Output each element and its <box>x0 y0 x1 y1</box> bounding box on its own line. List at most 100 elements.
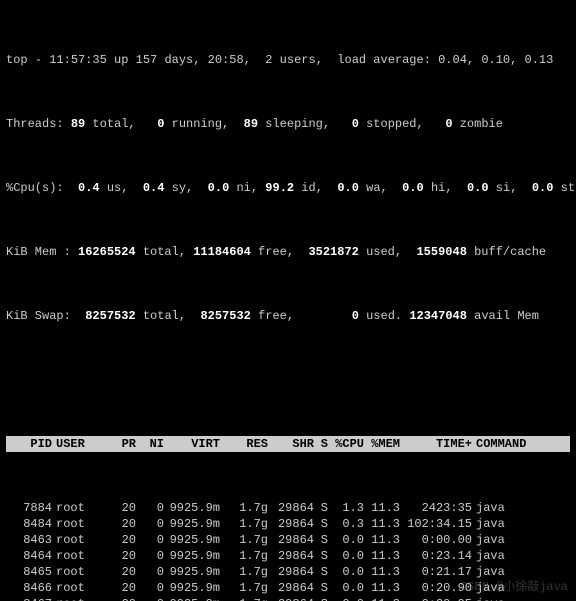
cell-cmd: java <box>472 564 536 580</box>
cell-cpu: 0.0 <box>328 564 364 580</box>
cell-pr: 20 <box>106 580 136 596</box>
cell-s: S <box>314 516 328 532</box>
cell-s: S <box>314 596 328 601</box>
cell-res: 1.7g <box>220 516 268 532</box>
cell-res: 1.7g <box>220 548 268 564</box>
cell-pr: 20 <box>106 564 136 580</box>
summary-line-1: top - 11:57:35 up 157 days, 20:58, 2 use… <box>6 52 570 68</box>
cell-mem: 11.3 <box>364 532 400 548</box>
blank-line <box>6 372 570 388</box>
cell-time: 0:21.17 <box>400 564 472 580</box>
summary-swap: KiB Swap: 8257532 total, 8257532 free, 0… <box>6 308 570 324</box>
table-row: 8466root2009925.9m1.7g29864S0.011.30:20.… <box>6 580 570 596</box>
cell-virt: 9925.9m <box>164 548 220 564</box>
cell-shr: 29864 <box>268 580 314 596</box>
cell-virt: 9925.9m <box>164 564 220 580</box>
cell-ni: 0 <box>136 564 164 580</box>
cell-res: 1.7g <box>220 532 268 548</box>
cell-cpu: 0.0 <box>328 532 364 548</box>
summary-mem: KiB Mem : 16265524 total, 11184604 free,… <box>6 244 570 260</box>
cell-mem: 11.3 <box>364 564 400 580</box>
cell-shr: 29864 <box>268 516 314 532</box>
cell-time: 2423:35 <box>400 500 472 516</box>
cell-shr: 29864 <box>268 564 314 580</box>
table-row: 7884root2009925.9m1.7g29864S1.311.32423:… <box>6 500 570 516</box>
cell-pid: 8467 <box>6 596 52 601</box>
process-list: 7884root2009925.9m1.7g29864S1.311.32423:… <box>6 500 570 601</box>
cell-shr: 29864 <box>268 548 314 564</box>
cell-user: root <box>52 596 106 601</box>
cell-pr: 20 <box>106 548 136 564</box>
cell-pr: 20 <box>106 596 136 601</box>
cell-time: 0:23.14 <box>400 548 472 564</box>
cell-pid: 7884 <box>6 500 52 516</box>
cell-user: root <box>52 516 106 532</box>
cell-ni: 0 <box>136 596 164 601</box>
cell-virt: 9925.9m <box>164 596 220 601</box>
cell-ni: 0 <box>136 532 164 548</box>
cell-virt: 9925.9m <box>164 500 220 516</box>
cell-pid: 8466 <box>6 580 52 596</box>
cell-s: S <box>314 532 328 548</box>
cell-ni: 0 <box>136 580 164 596</box>
cell-shr: 29864 <box>268 596 314 601</box>
cell-res: 1.7g <box>220 564 268 580</box>
cell-ni: 0 <box>136 500 164 516</box>
cell-res: 1.7g <box>220 500 268 516</box>
cell-pr: 20 <box>106 500 136 516</box>
cell-shr: 29864 <box>268 500 314 516</box>
cell-mem: 11.3 <box>364 500 400 516</box>
cell-cmd: java <box>472 500 536 516</box>
cell-s: S <box>314 548 328 564</box>
cell-cpu: 1.3 <box>328 500 364 516</box>
cell-pid: 8464 <box>6 548 52 564</box>
summary-cpu: %Cpu(s): 0.4 us, 0.4 sy, 0.0 ni, 99.2 id… <box>6 180 570 196</box>
cell-pid: 8484 <box>6 516 52 532</box>
cell-s: S <box>314 500 328 516</box>
cell-mem: 11.3 <box>364 516 400 532</box>
cell-mem: 11.3 <box>364 580 400 596</box>
column-header: PIDUSERPRNIVIRTRESSHRS%CPU%MEMTIME+COMMA… <box>6 436 570 452</box>
cell-cpu: 0.0 <box>328 580 364 596</box>
cell-pr: 20 <box>106 532 136 548</box>
cell-virt: 9925.9m <box>164 580 220 596</box>
cell-res: 1.7g <box>220 596 268 601</box>
table-row: 8464root2009925.9m1.7g29864S0.011.30:23.… <box>6 548 570 564</box>
cell-virt: 9925.9m <box>164 516 220 532</box>
cell-shr: 29864 <box>268 532 314 548</box>
cell-cmd: java <box>472 548 536 564</box>
table-row: 8484root2009925.9m1.7g29864S0.311.3102:3… <box>6 516 570 532</box>
cell-cpu: 0.3 <box>328 516 364 532</box>
cell-s: S <box>314 580 328 596</box>
cell-user: root <box>52 548 106 564</box>
cell-cmd: java <box>472 596 536 601</box>
cell-cmd: java <box>472 532 536 548</box>
table-row: 8467root2009925.9m1.7g29864S0.011.30:20.… <box>6 596 570 601</box>
cell-cpu: 0.0 <box>328 548 364 564</box>
terminal-output[interactable]: top - 11:57:35 up 157 days, 20:58, 2 use… <box>0 0 576 601</box>
cell-pid: 8463 <box>6 532 52 548</box>
cell-cpu: 0.0 <box>328 596 364 601</box>
cell-virt: 9925.9m <box>164 532 220 548</box>
cell-s: S <box>314 564 328 580</box>
table-row: 8465root2009925.9m1.7g29864S0.011.30:21.… <box>6 564 570 580</box>
table-row: 8463root2009925.9m1.7g29864S0.011.30:00.… <box>6 532 570 548</box>
cell-time: 0:20.95 <box>400 596 472 601</box>
cell-res: 1.7g <box>220 580 268 596</box>
cell-cmd: java <box>472 580 536 596</box>
cell-mem: 11.3 <box>364 596 400 601</box>
cell-user: root <box>52 580 106 596</box>
cell-pid: 8465 <box>6 564 52 580</box>
cell-user: root <box>52 564 106 580</box>
cell-user: root <box>52 532 106 548</box>
summary-threads: Threads: 89 total, 0 running, 89 sleepin… <box>6 116 570 132</box>
cell-time: 0:00.00 <box>400 532 472 548</box>
cell-ni: 0 <box>136 548 164 564</box>
cell-ni: 0 <box>136 516 164 532</box>
cell-time: 102:34.15 <box>400 516 472 532</box>
cell-mem: 11.3 <box>364 548 400 564</box>
cell-user: root <box>52 500 106 516</box>
cell-cmd: java <box>472 516 536 532</box>
cell-pr: 20 <box>106 516 136 532</box>
cell-time: 0:20.90 <box>400 580 472 596</box>
